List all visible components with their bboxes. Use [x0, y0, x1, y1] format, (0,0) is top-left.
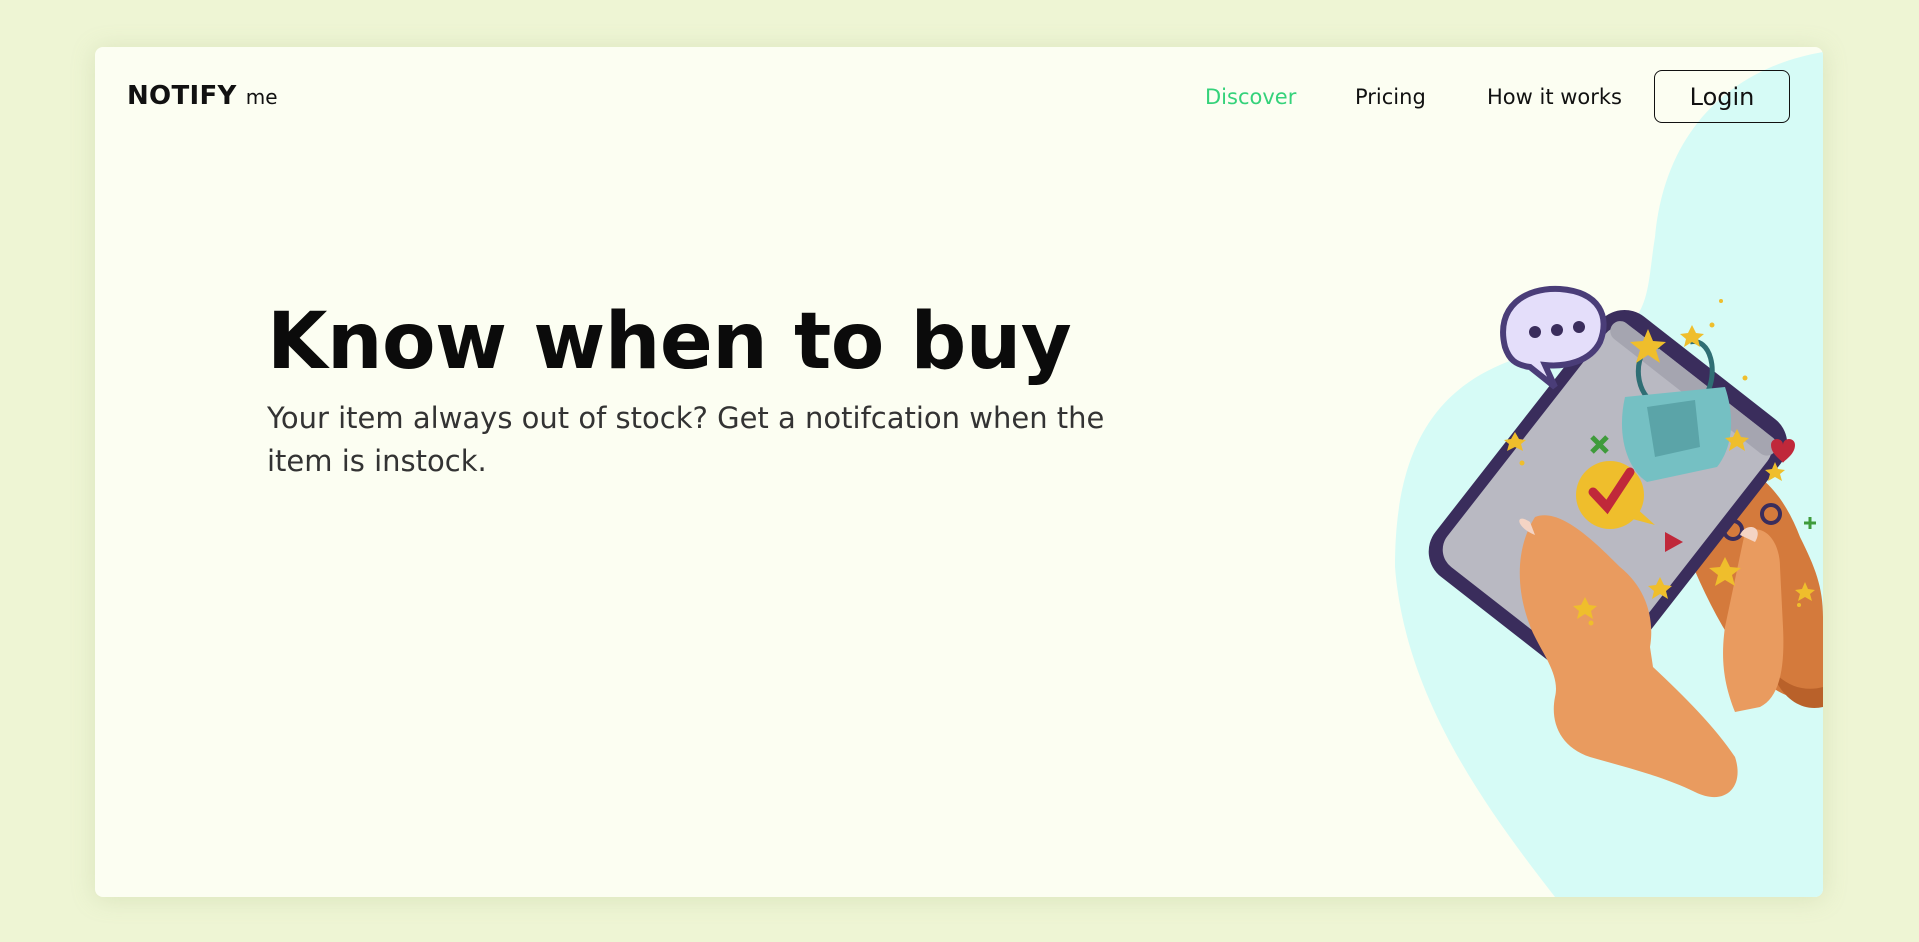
nav-link-pricing[interactable]: Pricing: [1355, 85, 1426, 109]
phone-shopping-illustration: [1428, 285, 1823, 798]
nav-link-discover[interactable]: Discover: [1205, 85, 1296, 109]
brand-logo[interactable]: NOTIFY me: [127, 81, 278, 111]
login-button[interactable]: Login: [1654, 70, 1790, 123]
top-navigation: NOTIFY me Discover Pricing How it works …: [95, 47, 1823, 147]
nav-link-how-it-works[interactable]: How it works: [1487, 85, 1622, 109]
hero-subtitle: Your item always out of stock? Get a not…: [267, 401, 1105, 478]
brand-suffix: me: [245, 85, 278, 109]
brand-name: NOTIFY: [127, 81, 237, 111]
hero-title: Know when to buy: [267, 297, 1072, 387]
page-card: NOTIFY me Discover Pricing How it works …: [95, 47, 1823, 897]
